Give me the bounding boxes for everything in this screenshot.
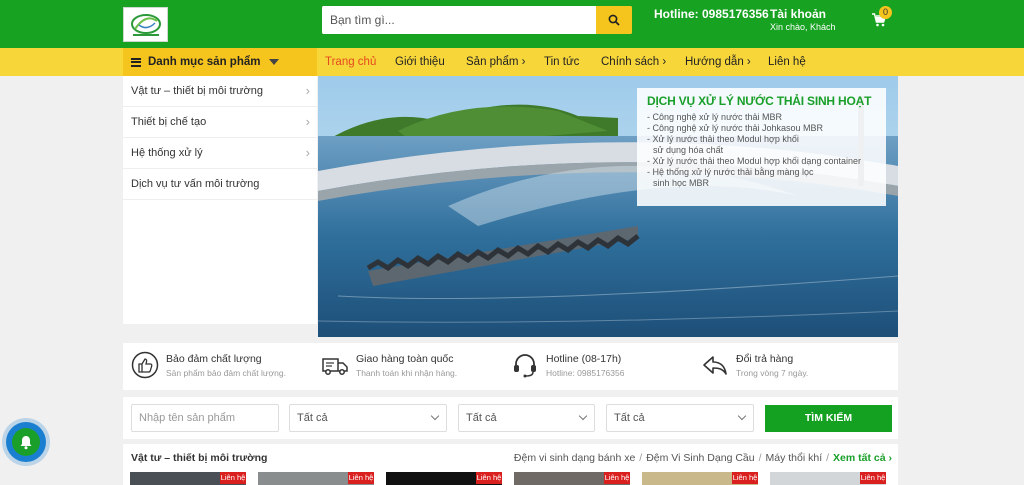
truck-icon xyxy=(322,358,348,375)
feature-title: Bảo đảm chất lượng xyxy=(166,353,262,365)
sidebar-item-label: Vật tư – thiết bị môi trường xyxy=(131,85,263,97)
filter-select-2[interactable]: Tất cả xyxy=(458,404,595,432)
section-links: Đệm vi sinh dạng bánh xe / Đệm Vi Sinh Dạn… xyxy=(513,452,892,464)
search-box xyxy=(322,6,632,34)
search-input[interactable] xyxy=(322,6,596,34)
nav-news[interactable]: Tin tức xyxy=(544,48,579,76)
headset-icon xyxy=(514,354,536,378)
banner-line: - Công nghệ xử lý nước thải MBR xyxy=(647,112,783,122)
product-name-input[interactable]: Nhập tên sản phẩm xyxy=(131,404,279,432)
cart-count-badge: 0 xyxy=(879,6,892,19)
category-menu-toggle[interactable]: Danh mục sản phẩm xyxy=(123,48,317,76)
notification-bell-button[interactable] xyxy=(6,422,46,462)
contact-tag: Liên hệ xyxy=(860,472,886,484)
section-title: Vật tư – thiết bị môi trường xyxy=(131,452,268,464)
product-card[interactable]: Liên hệ xyxy=(258,472,374,485)
select-value: Tất cả xyxy=(297,412,328,424)
nav-contact[interactable]: Liên hệ xyxy=(768,48,806,76)
filter-select-3[interactable]: Tất cả xyxy=(606,404,754,432)
thumbs-up-icon xyxy=(131,351,159,379)
banner-line: sinh học MBR xyxy=(653,178,710,188)
product-card[interactable]: Liên hệ xyxy=(130,472,246,485)
sidebar-item-label: Dịch vụ tư vấn môi trường xyxy=(131,178,260,190)
contact-tag: Liên hệ xyxy=(220,472,246,484)
banner-line: sử dụng hóa chất xyxy=(653,145,724,155)
select-value: Tất cả xyxy=(466,412,497,424)
search-button[interactable] xyxy=(596,6,632,34)
category-sidebar: Vật tư – thiết bị môi trường Thiết bị ch… xyxy=(123,76,317,324)
sidebar-item-label: Thiết bị chế tạo xyxy=(131,116,207,128)
feature-subtitle: Sản phẩm bảo đảm chất lượng. xyxy=(166,368,286,378)
section-link[interactable]: Đệm Vi Sinh Dạng Cầu xyxy=(646,452,754,464)
category-title: Danh mục sản phẩm xyxy=(148,56,261,68)
feature-title: Đổi trả hàng xyxy=(736,353,794,365)
nav-products[interactable]: Sản phẩm › xyxy=(466,48,525,76)
caret-down-icon xyxy=(269,59,279,65)
bell-icon xyxy=(20,436,32,450)
chevron-down-icon xyxy=(430,411,440,421)
feature-title: Hotline (08-17h) xyxy=(546,353,622,365)
select-value: Tất cả xyxy=(614,412,645,424)
search-submit-button[interactable]: TÌM KIẾM xyxy=(765,405,892,432)
nav-home[interactable]: Trang chủ xyxy=(325,48,376,76)
chevron-down-icon xyxy=(737,411,747,421)
contact-tag: Liên hệ xyxy=(476,472,502,484)
site-logo[interactable] xyxy=(123,7,168,42)
product-card[interactable]: Liên hệ xyxy=(386,472,502,485)
banner-line: - Hệ thống xử lý nước thải bằng màng lọc xyxy=(647,167,814,177)
feature-title: Giao hàng toàn quốc xyxy=(356,353,454,365)
sidebar-item-label: Hệ thống xử lý xyxy=(131,147,203,159)
banner-line: - Xử lý nước thải theo Modul hợp khối xyxy=(647,134,799,144)
sidebar-item-treatment-systems[interactable]: Hệ thống xử lý xyxy=(123,138,317,169)
features-strip: Bảo đảm chất lượng Sản phẩm bảo đảm chất… xyxy=(123,343,898,390)
contact-tag: Liên hệ xyxy=(348,472,374,484)
search-icon xyxy=(608,14,620,26)
nav-guide[interactable]: Hướng dẫn › xyxy=(685,48,751,76)
feature-subtitle: Thanh toán khi nhận hàng. xyxy=(356,368,458,378)
feature-subtitle: Hotline: 0985176356 xyxy=(546,368,625,378)
view-all-link[interactable]: Xem tất cả › xyxy=(833,452,892,464)
chevron-down-icon xyxy=(578,411,588,421)
banner-line: - Công nghệ xử lý nước thải Johkasou MBR xyxy=(647,123,824,133)
product-card[interactable]: Liên hệ xyxy=(642,472,758,485)
contact-tag: Liên hệ xyxy=(732,472,758,484)
section-link[interactable]: Đệm vi sinh dạng bánh xe xyxy=(514,452,635,464)
sidebar-item-environment-equipment[interactable]: Vật tư – thiết bị môi trường xyxy=(123,76,317,107)
banner-line: - Xử lý nước thải theo Modul hợp khối dạ… xyxy=(647,156,861,166)
nav-policy[interactable]: Chính sách › xyxy=(601,48,666,76)
banner-caption-card: DỊCH VỤ XỬ LÝ NƯỚC THẢI SINH HOẠT - Công… xyxy=(637,88,886,206)
product-filter-bar: Nhập tên sản phẩm Tất cả Tất cả Tất cả T… xyxy=(123,397,898,439)
filter-select-1[interactable]: Tất cả xyxy=(289,404,447,432)
contact-tag: Liên hệ xyxy=(604,472,630,484)
product-card[interactable]: Liên hệ xyxy=(770,472,886,485)
section-link[interactable]: Máy thổi khí xyxy=(766,452,823,464)
logo-icon xyxy=(130,13,161,36)
nav-about[interactable]: Giới thiệu xyxy=(395,48,445,76)
feature-subtitle: Trong vòng 7 ngày. xyxy=(736,368,809,378)
menu-icon xyxy=(131,57,141,67)
sidebar-item-fabrication[interactable]: Thiết bị chế tạo xyxy=(123,107,317,138)
header-hotline: Hotline: 0985176356 xyxy=(654,7,769,21)
product-card[interactable]: Liên hệ xyxy=(514,472,630,485)
sidebar-item-consulting[interactable]: Dịch vụ tư vấn môi trường xyxy=(123,169,317,200)
account-link[interactable]: Tài khoản xyxy=(770,7,826,21)
greeting-text: Xin chào, Khách xyxy=(770,22,836,32)
banner-title: DỊCH VỤ XỬ LÝ NƯỚC THẢI SINH HOẠT xyxy=(647,94,872,108)
return-arrow-icon xyxy=(703,356,727,375)
